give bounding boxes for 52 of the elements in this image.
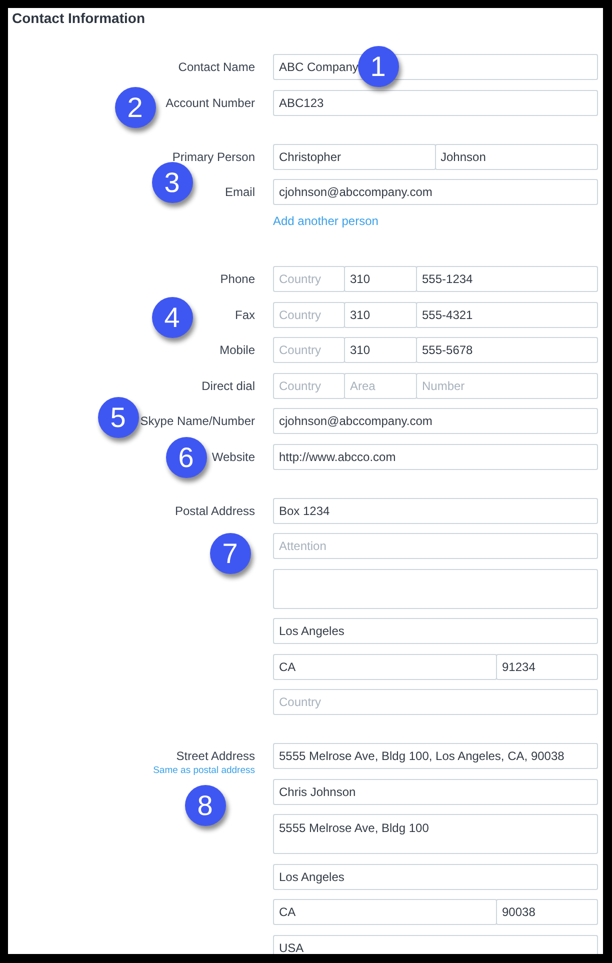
input-field[interactable]: 5555 Melrose Ave, Bldg 100, Los Angeles, CA, 90038 — [273, 743, 598, 769]
textarea-field[interactable] — [273, 568, 598, 608]
input-field[interactable]: CA — [273, 899, 497, 925]
input-field[interactable]: Area — [344, 372, 417, 398]
input-field[interactable]: Los Angeles — [273, 864, 598, 890]
input-field[interactable]: Christopher — [273, 144, 436, 170]
input-field[interactable]: CA — [273, 654, 497, 680]
input-field[interactable]: cjohnson@abccompany.com — [273, 179, 598, 205]
input-field[interactable]: 90038 — [496, 899, 598, 925]
input-field[interactable]: 310 — [344, 337, 417, 363]
input-field[interactable]: cjohnson@abccompany.com — [273, 408, 598, 434]
input-field[interactable]: Box 1234 — [273, 498, 598, 524]
numbered-callout: 1 — [358, 46, 398, 86]
textarea-field[interactable]: 5555 Melrose Ave, Bldg 100 — [273, 814, 598, 854]
section-title: Contact Information — [11, 9, 145, 28]
input-field[interactable]: 91234 — [496, 654, 598, 680]
input-field[interactable]: Chris Johnson — [273, 778, 598, 804]
field-label: Mobile — [220, 342, 255, 359]
field-label: Website — [212, 448, 255, 466]
field-label: Skype Name/Number — [140, 413, 255, 430]
field-label: Contact Name — [178, 59, 255, 76]
field-label: Account Number — [166, 94, 255, 112]
field-label: Street Address — [176, 748, 255, 765]
input-field[interactable]: 310 — [344, 266, 417, 292]
field-label: Fax — [234, 306, 255, 324]
input-field[interactable]: Country — [273, 266, 345, 292]
input-field[interactable]: Country — [273, 689, 598, 715]
numbered-callout: 8 — [184, 784, 226, 826]
input-field[interactable]: 555-1234 — [416, 266, 598, 292]
numbered-callout: 3 — [152, 162, 192, 202]
numbered-callout: 4 — [152, 296, 192, 338]
numbered-callout: 2 — [114, 86, 156, 128]
field-label: Direct dial — [202, 378, 255, 394]
field-label: Phone — [220, 271, 255, 288]
input-field[interactable]: http://www.abcco.com — [273, 444, 598, 470]
numbered-callout: 5 — [98, 396, 138, 438]
input-field[interactable]: 310 — [344, 302, 417, 328]
field-label: Postal Address — [174, 502, 255, 520]
input-field[interactable]: Attention — [273, 533, 598, 559]
input-field[interactable]: Country — [273, 302, 345, 328]
numbered-callout: 6 — [166, 436, 206, 478]
input-field[interactable]: Los Angeles — [273, 618, 598, 644]
input-field[interactable]: USA — [273, 934, 598, 954]
numbered-callout: 7 — [210, 532, 250, 574]
input-field[interactable]: Johnson — [434, 144, 598, 170]
input-field[interactable]: Country — [273, 372, 345, 398]
input-field[interactable]: 555-4321 — [416, 302, 598, 328]
input-field[interactable]: ABC123 — [273, 90, 598, 116]
input-field[interactable]: Number — [416, 372, 598, 398]
field-label: Email — [224, 184, 255, 201]
input-field[interactable]: Country — [273, 337, 345, 363]
input-field[interactable]: 555-5678 — [416, 337, 598, 363]
